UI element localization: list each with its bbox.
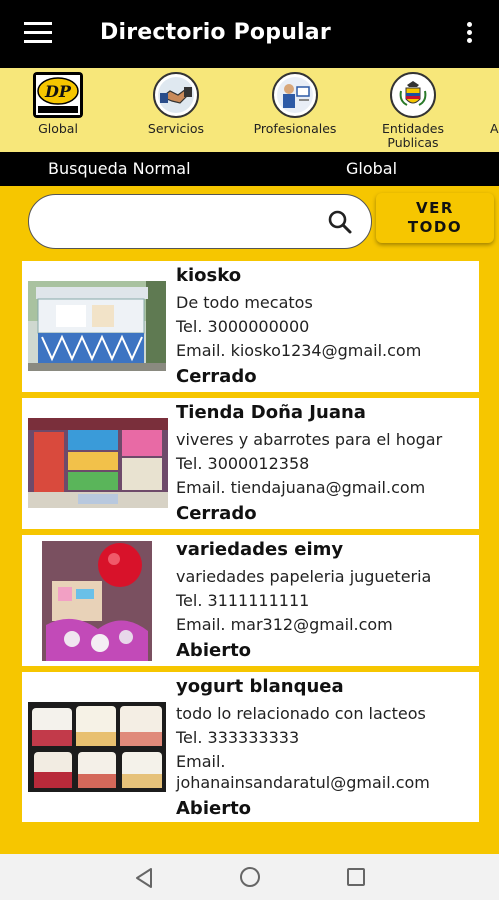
listing-name: yogurt blanquea: [176, 676, 344, 697]
ver-todo-label: VER TODO: [407, 199, 463, 236]
directorio-popular-logo-icon: DP: [33, 72, 83, 118]
recent-apps-icon[interactable]: [347, 868, 365, 886]
search-mode-bar: Busqueda Normal Global: [0, 152, 499, 186]
listing-status: Abierto: [176, 798, 252, 819]
search-icon[interactable]: [327, 209, 353, 235]
listing-photo: [42, 541, 152, 661]
listing-email-label: Email.: [176, 752, 226, 771]
category-global[interactable]: DP Global: [8, 72, 108, 136]
search-input[interactable]: [49, 205, 319, 239]
professional-icon: [272, 72, 318, 118]
svg-text:DP: DP: [44, 82, 72, 101]
coat-of-arms-icon: [390, 72, 436, 118]
listing-name: Tienda Doña Juana: [176, 402, 366, 423]
listing-card[interactable]: variedades eimy variedades papeleria jug…: [22, 535, 479, 666]
listing-status: Cerrado: [176, 503, 257, 524]
category-bar: DP Global Servicios Profesionales Entida…: [0, 68, 499, 152]
listing-name: kiosko: [176, 265, 242, 286]
listing-photo: [28, 281, 166, 371]
category-entidades-publicas[interactable]: Entidades Publicas: [363, 72, 463, 150]
category-label: Profesionales: [253, 121, 337, 136]
listing-phone[interactable]: Tel. 3111111111: [176, 591, 309, 610]
handshake-icon: [153, 72, 199, 118]
menu-icon[interactable]: [24, 22, 52, 44]
listing-description: todo lo relacionado con lacteos: [176, 704, 426, 723]
listing-card[interactable]: yogurt blanquea todo lo relacionado con …: [22, 672, 479, 822]
listing-email[interactable]: Email. kiosko1234@gmail.com: [176, 341, 421, 360]
category-label: Global: [38, 121, 78, 136]
listing-name: variedades eimy: [176, 539, 344, 560]
category-profesionales[interactable]: Profesionales: [245, 72, 345, 136]
listing-status: Cerrado: [176, 366, 257, 387]
listing-phone[interactable]: Tel. 333333333: [176, 728, 299, 747]
listing-status: Abierto: [176, 640, 252, 661]
search-mode-label[interactable]: Busqueda Normal: [48, 159, 191, 178]
system-nav-bar: [0, 854, 499, 900]
listing-photo: [28, 418, 168, 508]
listing-phone[interactable]: Tel. 3000012358: [176, 454, 309, 473]
listing-email[interactable]: johanainsandaratul@gmail.com: [176, 773, 430, 792]
listing-photo: [28, 702, 166, 792]
scope-label[interactable]: Global: [346, 159, 397, 178]
listing-card[interactable]: Tienda Doña Juana viveres y abarrotes pa…: [22, 398, 479, 529]
back-icon[interactable]: [134, 867, 154, 889]
listing-description: variedades papeleria jugueteria: [176, 567, 432, 586]
listing-description: viveres y abarrotes para el hogar: [176, 430, 443, 449]
category-label: Entidades Publicas: [382, 121, 444, 150]
category-label: Servicios: [147, 121, 205, 136]
search-box: [28, 194, 372, 249]
category-label: A: [490, 121, 499, 136]
ver-todo-button[interactable]: VER TODO: [376, 193, 494, 243]
listing-card[interactable]: kiosko De todo mecatos Tel. 3000000000 E…: [22, 261, 479, 392]
app-bar: Directorio Popular: [0, 0, 499, 68]
listing-phone[interactable]: Tel. 3000000000: [176, 317, 309, 336]
listing-description: De todo mecatos: [176, 293, 313, 312]
category-partial[interactable]: A: [470, 122, 499, 136]
category-servicios[interactable]: Servicios: [126, 72, 226, 136]
app-title: Directorio Popular: [100, 20, 331, 45]
home-icon[interactable]: [240, 867, 260, 887]
more-options-icon[interactable]: [467, 22, 473, 44]
listing-email[interactable]: Email. tiendajuana@gmail.com: [176, 478, 425, 497]
listing-email[interactable]: Email. mar312@gmail.com: [176, 615, 393, 634]
